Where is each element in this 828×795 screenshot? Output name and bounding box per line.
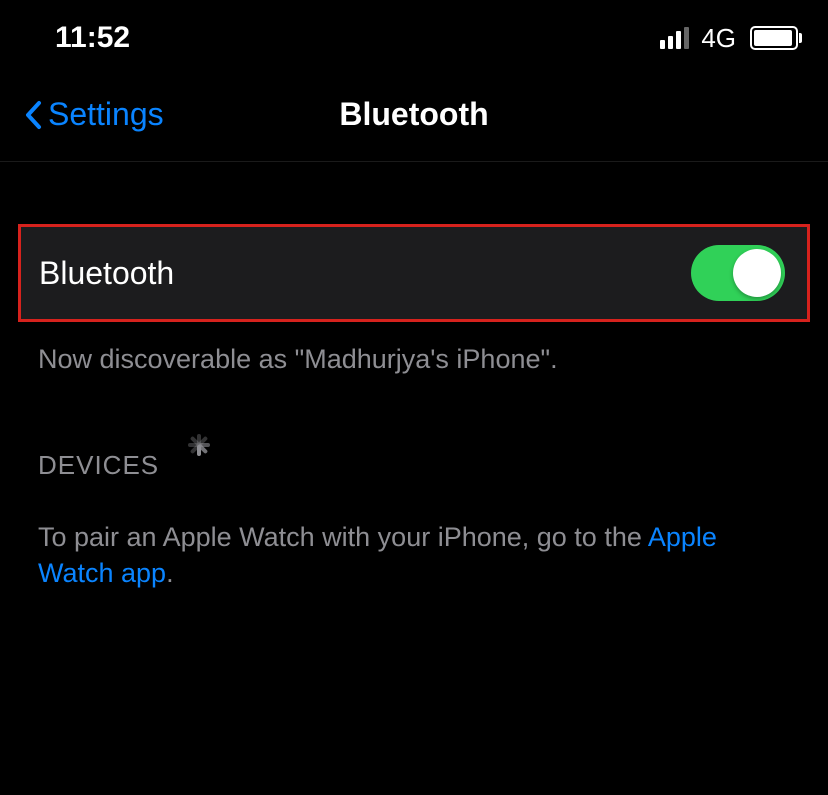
- chevron-left-icon: [24, 100, 42, 130]
- pair-instructions: To pair an Apple Watch with your iPhone,…: [0, 497, 828, 614]
- bluetooth-toggle-row[interactable]: Bluetooth: [21, 227, 807, 319]
- bluetooth-label: Bluetooth: [39, 255, 174, 292]
- cellular-signal-icon: [660, 27, 689, 49]
- spinner-icon: [179, 445, 219, 485]
- status-bar: 11:52 4G: [0, 0, 828, 76]
- navigation-bar: Settings Bluetooth: [0, 76, 828, 162]
- bluetooth-row-highlight: Bluetooth: [18, 224, 810, 322]
- battery-icon: [750, 26, 798, 50]
- toggle-knob: [733, 249, 781, 297]
- back-button[interactable]: Settings: [24, 96, 164, 133]
- bluetooth-toggle[interactable]: [691, 245, 785, 301]
- devices-label: DEVICES: [38, 450, 159, 481]
- network-type: 4G: [701, 23, 736, 54]
- status-time: 11:52: [55, 21, 130, 55]
- content-area: Bluetooth Now discoverable as "Madhurjya…: [0, 162, 828, 614]
- status-indicators: 4G: [660, 23, 798, 54]
- devices-section-header: DEVICES: [0, 397, 828, 497]
- pair-text-prefix: To pair an Apple Watch with your iPhone,…: [38, 522, 648, 552]
- page-title: Bluetooth: [339, 96, 488, 133]
- pair-text-suffix: .: [166, 558, 174, 588]
- discoverable-status: Now discoverable as "Madhurjya's iPhone"…: [0, 322, 828, 397]
- back-label: Settings: [48, 96, 164, 133]
